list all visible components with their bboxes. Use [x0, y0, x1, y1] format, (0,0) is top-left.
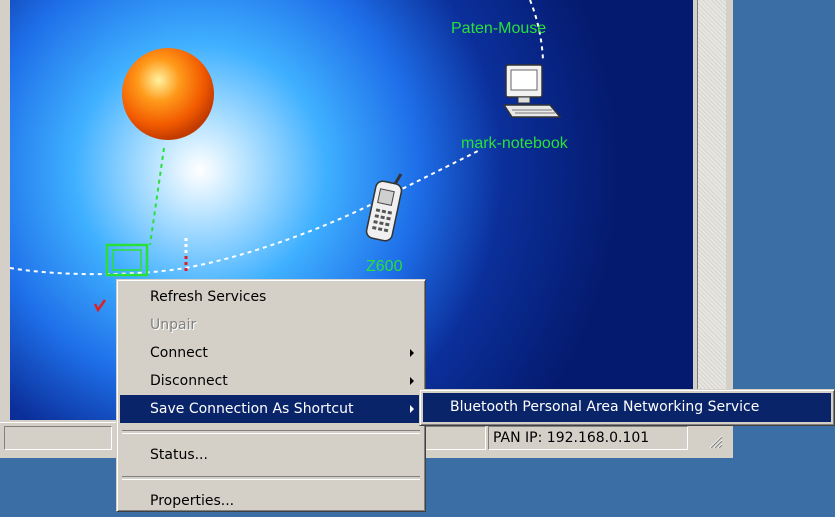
menu-item-unpair: Unpair	[120, 311, 422, 339]
device-label[interactable]: Z600	[366, 258, 402, 276]
context-menu: Refresh Services Unpair Connect Disconne…	[116, 279, 426, 512]
sun-orb	[122, 48, 214, 140]
submenu-arrow-icon	[410, 377, 414, 385]
menu-item-label: Status...	[150, 447, 208, 463]
menu-item-label: Refresh Services	[150, 289, 267, 305]
menu-item-label: Bluetooth Personal Area Networking Servi…	[450, 399, 760, 415]
vertical-scrollbar[interactable]	[697, 0, 726, 420]
pan-ip-status: PAN IP: 192.168.0.101	[488, 426, 688, 450]
device-label[interactable]: mark-notebook	[461, 135, 568, 153]
save-shortcut-submenu: Bluetooth Personal Area Networking Servi…	[419, 389, 835, 426]
menu-item-label: Properties...	[150, 493, 235, 509]
local-computer-icon	[105, 243, 149, 277]
submenu-arrow-icon	[410, 349, 414, 357]
computer-icon	[502, 64, 562, 118]
menu-item-refresh-services[interactable]: Refresh Services	[120, 283, 422, 311]
status-panel	[4, 426, 112, 450]
menu-item-label: Connect	[150, 345, 208, 361]
menu-item-disconnect[interactable]: Disconnect	[120, 367, 422, 395]
menu-item-connect[interactable]: Connect	[120, 339, 422, 367]
menu-item-properties[interactable]: Properties...	[120, 487, 422, 515]
device-label[interactable]: Paten-Mouse	[451, 20, 546, 38]
menu-item-save-connection-as-shortcut[interactable]: Save Connection As Shortcut	[120, 395, 422, 423]
resize-grip-icon[interactable]	[707, 433, 723, 449]
menu-item-label: Disconnect	[150, 373, 228, 389]
menu-item-status[interactable]: Status...	[120, 441, 422, 469]
menu-item-label: Save Connection As Shortcut	[150, 401, 354, 417]
menu-item-label: Unpair	[150, 317, 197, 333]
sun-link	[149, 147, 165, 246]
submenu-arrow-icon	[410, 405, 414, 413]
menu-separator	[122, 430, 420, 434]
menu-separator	[122, 476, 420, 480]
orbit-arc	[10, 149, 481, 276]
submenu-item-bluetooth-pan-service[interactable]: Bluetooth Personal Area Networking Servi…	[423, 393, 831, 422]
mobile-phone-icon	[365, 173, 403, 242]
